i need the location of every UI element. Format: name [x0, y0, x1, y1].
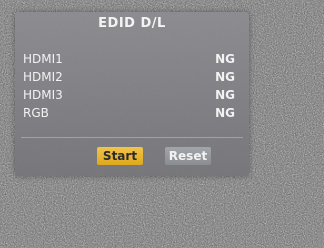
row-status: NG [215, 88, 235, 102]
edid-download-menu: EDID D/L HDMI1 NG HDMI2 NG HDMI3 NG RGB … [15, 12, 249, 176]
row-hdmi3[interactable]: HDMI3 NG [23, 88, 235, 104]
row-label: RGB [23, 106, 49, 120]
row-label: HDMI2 [23, 70, 63, 84]
reset-button[interactable]: Reset [165, 147, 211, 165]
row-hdmi2[interactable]: HDMI2 NG [23, 70, 235, 86]
start-button[interactable]: Start [97, 147, 143, 165]
row-status: NG [215, 70, 235, 84]
divider [21, 137, 243, 138]
row-status: NG [215, 106, 235, 120]
menu-title: EDID D/L [98, 16, 166, 31]
row-label: HDMI1 [23, 52, 63, 66]
row-hdmi1[interactable]: HDMI1 NG [23, 52, 235, 68]
row-status: NG [215, 52, 235, 66]
row-rgb[interactable]: RGB NG [23, 106, 235, 122]
row-label: HDMI3 [23, 88, 63, 102]
